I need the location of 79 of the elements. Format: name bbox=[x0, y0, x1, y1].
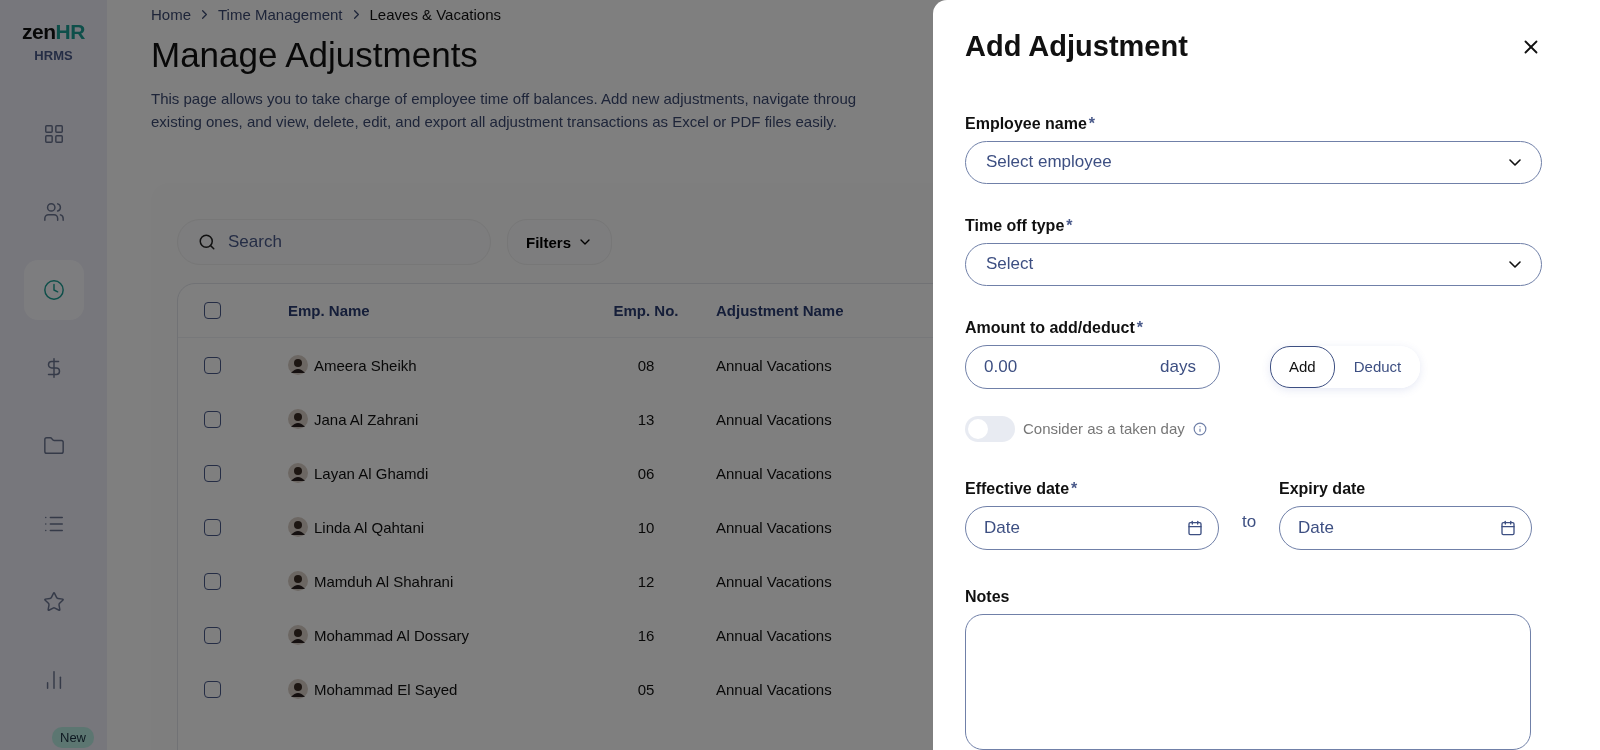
checkbox[interactable] bbox=[204, 680, 221, 698]
chevron-icon bbox=[1509, 260, 1521, 268]
table-cell: Annual Vacations bbox=[716, 464, 832, 482]
field-label: Effective date bbox=[965, 479, 1070, 498]
avatar-icon bbox=[288, 571, 308, 591]
page-title: Manage Adjustments bbox=[151, 35, 478, 75]
column-header: Emp. Name bbox=[288, 302, 370, 319]
table-cell: Mamduh Al Shahrani bbox=[314, 572, 454, 590]
field-label: Notes bbox=[965, 587, 1011, 606]
avatar-icon bbox=[288, 355, 308, 375]
table-cell: Annual Vacations bbox=[716, 410, 832, 428]
breadcrumb-link[interactable]: Time Management bbox=[218, 6, 343, 23]
search-field[interactable]: Search bbox=[177, 219, 491, 265]
table-cell: 06 bbox=[637, 464, 655, 482]
table-cell: Annual Vacations bbox=[716, 572, 832, 590]
people-icon bbox=[42, 201, 65, 223]
table-cell: Mohammad El Sayed bbox=[314, 680, 458, 698]
field-label: Expiry date bbox=[1279, 479, 1366, 498]
table-cell: 08 bbox=[637, 356, 655, 374]
page-description: This page allows you to take charge of employee time off balances. Add new adjustments, navigate throug existing ones, and view, delete, edit, and export all adjustment transactions as Excel or PDF files easily. bbox=[151, 89, 858, 132]
calendar-icon bbox=[1500, 519, 1516, 536]
column-header: Adjustment Name bbox=[716, 302, 844, 319]
logo: zenHR bbox=[22, 20, 85, 44]
chevron-icon bbox=[1509, 158, 1521, 166]
info-icon bbox=[1192, 421, 1207, 436]
toggle-label: Consider as a taken day bbox=[1023, 420, 1185, 438]
table-cell: Annual Vacations bbox=[716, 680, 832, 698]
checkbox[interactable] bbox=[204, 626, 221, 644]
clock-icon bbox=[42, 279, 65, 301]
table-cell: Linda Al Qahtani bbox=[314, 518, 425, 536]
mode-tab[interactable]: Add bbox=[1270, 345, 1335, 388]
table-cell: Annual Vacations bbox=[716, 626, 832, 644]
field-label: Time off type bbox=[965, 216, 1065, 235]
table-cell: 12 bbox=[637, 572, 655, 590]
new-badge: New bbox=[52, 727, 94, 748]
checkbox[interactable] bbox=[204, 464, 221, 482]
drawer-title: Add Adjustment bbox=[965, 30, 1188, 63]
breadcrumb-link[interactable]: Leaves & Vacations bbox=[369, 6, 501, 23]
required-mark: * bbox=[1136, 318, 1143, 337]
range-separator: to bbox=[1240, 511, 1258, 533]
table-cell: 10 bbox=[637, 518, 655, 536]
nav-item[interactable] bbox=[23, 260, 84, 320]
date-field[interactable]: Date bbox=[965, 505, 1219, 550]
field-label: Employee name bbox=[965, 115, 1087, 133]
table-cell: Annual Vacations bbox=[716, 356, 832, 374]
filters-button[interactable]: Filters bbox=[507, 219, 612, 265]
breadcrumb-link[interactable]: Home bbox=[151, 6, 191, 23]
unit-label: days bbox=[1160, 356, 1196, 377]
folder-icon bbox=[42, 435, 65, 457]
notes-field[interactable] bbox=[965, 613, 1531, 750]
column-header: Emp. No. bbox=[613, 302, 679, 319]
required-mark: * bbox=[1088, 115, 1096, 133]
checkbox[interactable] bbox=[204, 356, 221, 374]
logo-subtitle: HRMS bbox=[34, 48, 73, 63]
checkbox[interactable] bbox=[204, 572, 221, 590]
avatar-icon bbox=[288, 679, 308, 699]
required-mark: * bbox=[1066, 216, 1073, 235]
avatar-icon bbox=[288, 463, 308, 483]
avatar-icon bbox=[288, 409, 308, 429]
required-mark: * bbox=[1071, 479, 1078, 498]
avatar-icon bbox=[288, 625, 308, 645]
table-cell: Annual Vacations bbox=[716, 518, 832, 536]
checkbox[interactable] bbox=[204, 302, 221, 319]
table-cell: Layan Al Ghamdi bbox=[314, 464, 429, 482]
star-icon bbox=[42, 591, 65, 613]
table-cell: Ameera Sheikh bbox=[314, 356, 417, 374]
date-field[interactable]: Date bbox=[1279, 505, 1532, 550]
table-cell: Jana Al Zahrani bbox=[314, 410, 419, 428]
avatar-icon bbox=[288, 517, 308, 537]
calendar-icon bbox=[1187, 519, 1203, 536]
table-cell: 16 bbox=[637, 626, 655, 644]
table-cell: 13 bbox=[637, 410, 655, 428]
table-cell: 05 bbox=[637, 680, 655, 698]
search-icon bbox=[198, 233, 216, 251]
checkbox[interactable] bbox=[204, 410, 221, 428]
table-cell: Mohammad Al Dossary bbox=[314, 626, 470, 644]
checkbox[interactable] bbox=[204, 518, 221, 536]
grid-icon bbox=[42, 123, 65, 145]
field-label: Amount to add/deduct bbox=[965, 318, 1135, 337]
